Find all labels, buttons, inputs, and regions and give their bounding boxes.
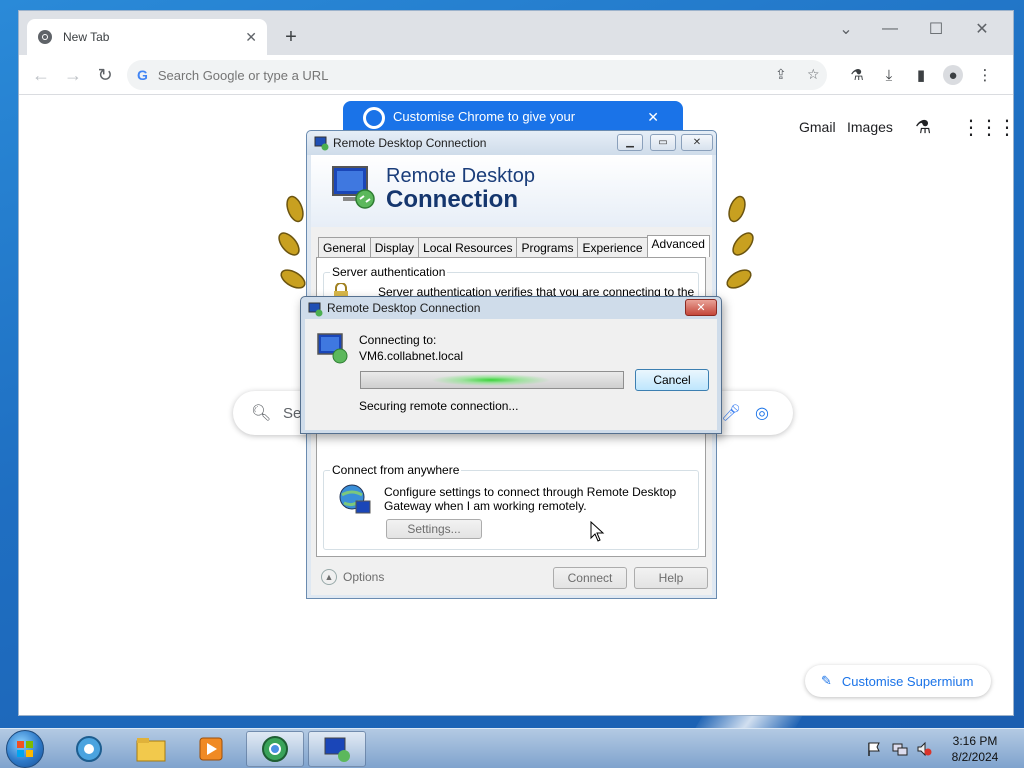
rdc-banner-line1: Remote Desktop [386, 165, 535, 187]
close-window-button[interactable]: ✕ [967, 15, 997, 43]
chevron-up-icon: ▲ [321, 569, 337, 585]
rdc-banner-line2: Connection [386, 186, 518, 213]
tab-local-resources[interactable]: Local Resources [418, 237, 518, 257]
network-icon[interactable] [892, 741, 908, 757]
rdc-banner-computer-icon [332, 166, 375, 209]
taskbar-supermium-icon[interactable] [246, 731, 304, 767]
taskbar-clock[interactable]: 3:16 PM 8/2/2024 [940, 733, 1010, 765]
options-label: Options [343, 570, 385, 584]
omnibox-input[interactable] [157, 67, 718, 83]
rdc-maximize-button[interactable]: ▭ [650, 134, 676, 151]
gateway-globe-icon [339, 484, 371, 514]
connecting-close-button[interactable]: ✕ [685, 299, 717, 316]
progress-marquee [431, 374, 551, 386]
taskbar: 3:16 PM 8/2/2024 [0, 728, 1024, 768]
promo-text: Customise Chrome to give your [393, 108, 576, 124]
minimize-button[interactable]: — [875, 15, 905, 43]
tab-programs[interactable]: Programs [516, 237, 579, 257]
side-panel-icon[interactable]: ▮ [911, 65, 931, 85]
voice-search-icon[interactable]: 🎤︎ [721, 403, 741, 423]
clock-time: 3:16 PM [952, 734, 998, 748]
maximize-button[interactable]: ☐ [921, 15, 951, 43]
mouse-pointer-icon [590, 521, 605, 542]
cancel-button[interactable]: Cancel [635, 369, 709, 391]
taskbar-media-player-icon[interactable] [182, 731, 240, 767]
labs-icon[interactable]: ⚗ [915, 117, 931, 138]
rdc-banner: Remote Desktop Connection [311, 155, 712, 227]
search-placeholder: Se [283, 405, 302, 422]
tab-general[interactable]: General [318, 237, 371, 257]
lens-icon[interactable]: ◎ [755, 403, 769, 423]
action-center-flag-icon[interactable] [866, 741, 882, 757]
reload-icon[interactable]: ↻ [93, 63, 117, 87]
share-icon[interactable]: ⇪ [775, 66, 787, 83]
connecting-computer-icon [317, 333, 348, 364]
connecting-client-area: Connecting to: VM6.collabnet.local Cance… [305, 319, 717, 430]
customise-promo-banner[interactable]: Customise Chrome to give your ✕ [343, 101, 683, 131]
options-toggle[interactable]: ▲ Options [321, 569, 384, 585]
promo-icon [363, 107, 385, 129]
chrome-favicon-icon [38, 30, 52, 44]
start-button[interactable] [6, 730, 44, 768]
rdc-title: Remote Desktop Connection [333, 136, 487, 150]
taskbar-rdc-icon[interactable] [308, 731, 366, 767]
connection-progress-bar [360, 371, 624, 389]
windows-logo-icon [17, 741, 33, 757]
bookmark-star-icon[interactable]: ☆ [807, 66, 820, 83]
connecting-dialog: Remote Desktop Connection ✕ Connecting t… [300, 296, 722, 434]
tab-display[interactable]: Display [369, 237, 420, 257]
customise-label: Customise Supermium [841, 673, 974, 689]
help-button[interactable]: Help [634, 567, 708, 589]
connection-status: Securing remote connection... [359, 399, 519, 413]
tab-title: New Tab [63, 30, 110, 44]
labs-flask-icon[interactable]: ⚗ [847, 65, 867, 85]
connect-button[interactable]: Connect [553, 567, 627, 589]
browser-toolbar: ← → ↻ G ⇪ ☆ ⚗ ⤓ ▮ ● ⋮ [19, 55, 1013, 95]
pencil-icon: ✎ [821, 673, 832, 688]
customise-supermium-button[interactable]: ✎ Customise Supermium [805, 665, 991, 697]
rdc-titlebar[interactable]: Remote Desktop Connection ▁ ▭ ✕ [307, 131, 716, 155]
back-arrow-icon[interactable]: ← [29, 63, 53, 87]
profile-avatar-icon[interactable]: ● [943, 65, 963, 85]
tab-experience[interactable]: Experience [577, 237, 648, 257]
tab-search-icon[interactable]: ⌄ [831, 15, 861, 43]
forward-arrow-icon[interactable]: → [61, 63, 85, 87]
tab-close-icon[interactable]: ✕ [245, 29, 257, 46]
connecting-titlebar[interactable]: Remote Desktop Connection ✕ [301, 297, 721, 319]
tab-advanced[interactable]: Advanced [646, 235, 710, 257]
gateway-settings-button[interactable]: Settings... [386, 519, 482, 539]
rdc-minimize-button[interactable]: ▁ [617, 134, 643, 151]
connecting-app-icon [308, 302, 323, 317]
connecting-host: VM6.collabnet.local [359, 349, 464, 363]
search-icon: 🔍︎ [251, 405, 272, 422]
connecting-to-label: Connecting to: [359, 333, 437, 347]
rdc-close-button[interactable]: ✕ [681, 134, 713, 151]
connecting-title: Remote Desktop Connection [327, 301, 481, 315]
clock-date: 8/2/2024 [951, 750, 999, 764]
tab-new-tab[interactable]: New Tab ✕ [27, 19, 267, 55]
gmail-link[interactable]: Gmail [799, 119, 836, 135]
rdc-app-icon [314, 136, 329, 151]
rdc-tab-bar: General Display Local Resources Programs… [318, 235, 710, 257]
doodle-wreath-right-icon [726, 195, 754, 289]
connect-anywhere-text-1: Configure settings to connect through Re… [384, 485, 677, 499]
promo-close-icon[interactable]: ✕ [647, 109, 659, 126]
connect-anywhere-text-2: Gateway when I am working remotely. [384, 499, 587, 513]
download-icon[interactable]: ⤓ [879, 65, 899, 85]
images-link[interactable]: Images [847, 119, 893, 135]
taskbar-ie-icon[interactable] [60, 731, 118, 767]
omnibox[interactable]: G ⇪ ☆ [127, 60, 827, 90]
tab-strip: New Tab ✕ + ⌄ — ☐ ✕ [19, 11, 1013, 55]
volume-muted-icon[interactable] [916, 741, 932, 757]
server-auth-label: Server authentication [330, 265, 448, 279]
connect-anywhere-group: Connect from anywhere Configure settings… [323, 463, 699, 550]
google-g-icon: G [137, 67, 148, 83]
connect-anywhere-label: Connect from anywhere [330, 463, 462, 477]
taskbar-explorer-folder-icon[interactable] [122, 731, 180, 767]
new-tab-button[interactable]: + [277, 23, 305, 51]
menu-kebab-icon[interactable]: ⋮ [975, 65, 995, 85]
apps-grid-icon[interactable]: ⋮⋮⋮ [961, 115, 1017, 140]
